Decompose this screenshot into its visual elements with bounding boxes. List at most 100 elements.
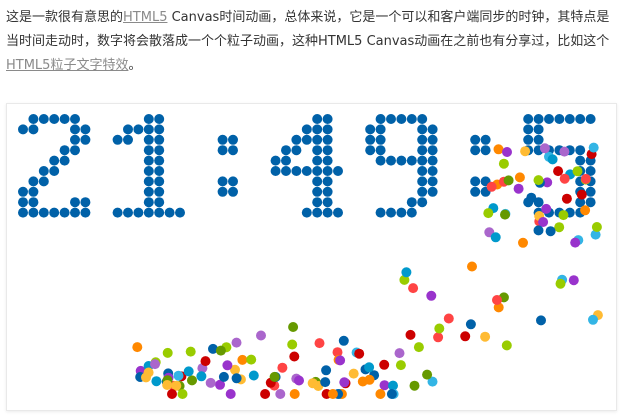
particle-ball bbox=[307, 378, 318, 389]
digit-dot bbox=[585, 197, 596, 208]
particle-ball bbox=[256, 330, 266, 341]
particle-ball bbox=[518, 237, 528, 248]
digit-dot bbox=[575, 145, 586, 156]
particle-ball bbox=[572, 166, 583, 177]
digit-dot bbox=[28, 186, 39, 197]
digit-dot bbox=[38, 166, 49, 176]
particle-ball bbox=[237, 354, 248, 365]
particle-ball bbox=[467, 261, 477, 272]
digit-dot bbox=[143, 124, 154, 135]
particle-ball bbox=[422, 369, 433, 380]
particle-ball bbox=[559, 173, 570, 184]
digit-dot bbox=[59, 155, 70, 166]
article-intro: 这是一款很有意思的HTML5 Canvas时间动画，总体来说，它是一个可以和客户… bbox=[6, 6, 618, 78]
digit-dot bbox=[312, 166, 323, 176]
digit-dot bbox=[281, 155, 291, 166]
digit-dot bbox=[533, 114, 544, 124]
digit-dot bbox=[70, 197, 80, 208]
digit-dot bbox=[523, 124, 534, 135]
particle-ball bbox=[561, 193, 572, 204]
digit-dot bbox=[386, 114, 396, 124]
digit-dot bbox=[154, 186, 165, 197]
particle-ball bbox=[167, 389, 177, 399]
digit-dot bbox=[427, 134, 438, 145]
digit-dot bbox=[49, 207, 60, 218]
digit-dot bbox=[312, 176, 323, 187]
digit-dot bbox=[301, 166, 312, 176]
digit-dot bbox=[396, 207, 407, 218]
particle-ball bbox=[162, 347, 173, 358]
digit-dot bbox=[217, 176, 228, 187]
particle-ball bbox=[183, 366, 194, 377]
particle-ball bbox=[576, 189, 587, 200]
digit-dot bbox=[143, 114, 154, 124]
particle-ball bbox=[526, 192, 537, 203]
particle-ball bbox=[141, 372, 151, 383]
digit-dot bbox=[70, 124, 80, 135]
particle-ball bbox=[364, 374, 375, 385]
particle-ball bbox=[294, 375, 304, 386]
html5-link[interactable]: HTML5 bbox=[123, 10, 167, 25]
digit-dot bbox=[49, 155, 60, 166]
digit-dot bbox=[427, 145, 438, 156]
digit-dot bbox=[375, 134, 386, 145]
digit-dot bbox=[417, 197, 428, 208]
particle-ball bbox=[260, 389, 271, 399]
particle-ball bbox=[498, 158, 509, 169]
digit-dot bbox=[312, 134, 323, 145]
intro-text-1: 这是一款很有意思的 bbox=[6, 10, 124, 25]
particle-ball bbox=[568, 275, 579, 286]
particle-ball bbox=[150, 359, 160, 370]
digit-dot bbox=[301, 124, 312, 135]
particle-ball bbox=[222, 360, 233, 371]
digit-dot bbox=[470, 176, 481, 187]
particle-ball bbox=[588, 142, 599, 153]
particle-ball bbox=[533, 225, 544, 236]
digit-dot bbox=[154, 145, 165, 156]
digit-dot bbox=[28, 114, 39, 124]
digit-dot bbox=[470, 145, 481, 156]
digit-dot bbox=[585, 114, 596, 124]
particle-ball bbox=[559, 146, 570, 157]
digit-dot bbox=[28, 207, 39, 218]
digit-dot bbox=[312, 155, 323, 166]
digit-dot bbox=[143, 207, 154, 218]
particle-ball bbox=[514, 172, 525, 183]
particle-ball bbox=[502, 147, 512, 157]
digit-dot bbox=[523, 134, 534, 145]
particle-ball bbox=[379, 359, 390, 370]
digit-dot bbox=[480, 145, 491, 156]
digit-dot bbox=[291, 166, 302, 176]
digit-dot bbox=[143, 186, 154, 197]
digit-dot bbox=[322, 166, 333, 176]
digit-dot bbox=[80, 197, 91, 208]
digit-dot bbox=[406, 114, 417, 124]
digit-dot bbox=[533, 134, 544, 145]
particle-ball bbox=[409, 380, 420, 391]
intro-text-3: 。 bbox=[128, 58, 142, 73]
clock-digit-5 bbox=[365, 114, 438, 218]
particle-ball bbox=[580, 205, 591, 216]
digit-dot bbox=[375, 124, 386, 135]
particle-ball bbox=[503, 175, 514, 186]
digit-dot bbox=[406, 207, 417, 218]
digit-dot bbox=[154, 197, 165, 208]
particle-ball bbox=[465, 319, 476, 330]
digit-dot bbox=[291, 145, 302, 156]
particle-ball bbox=[554, 222, 565, 233]
digit-dot bbox=[154, 114, 165, 124]
particle-text-effect-link[interactable]: HTML5粒子文字特效 bbox=[6, 58, 128, 73]
digit-dot bbox=[80, 134, 91, 145]
digit-dot bbox=[386, 155, 396, 166]
digit-dot bbox=[417, 186, 428, 197]
digit-dot bbox=[427, 186, 438, 197]
particle-ball bbox=[151, 376, 162, 387]
digit-dot bbox=[154, 155, 165, 166]
digit-dot bbox=[322, 207, 333, 218]
clock-digit-7 bbox=[523, 114, 596, 218]
digit-dot bbox=[143, 197, 154, 208]
digit-dot bbox=[291, 134, 302, 145]
digit-dot bbox=[38, 114, 49, 124]
digit-dot bbox=[417, 114, 428, 124]
digit-dot bbox=[154, 176, 165, 187]
